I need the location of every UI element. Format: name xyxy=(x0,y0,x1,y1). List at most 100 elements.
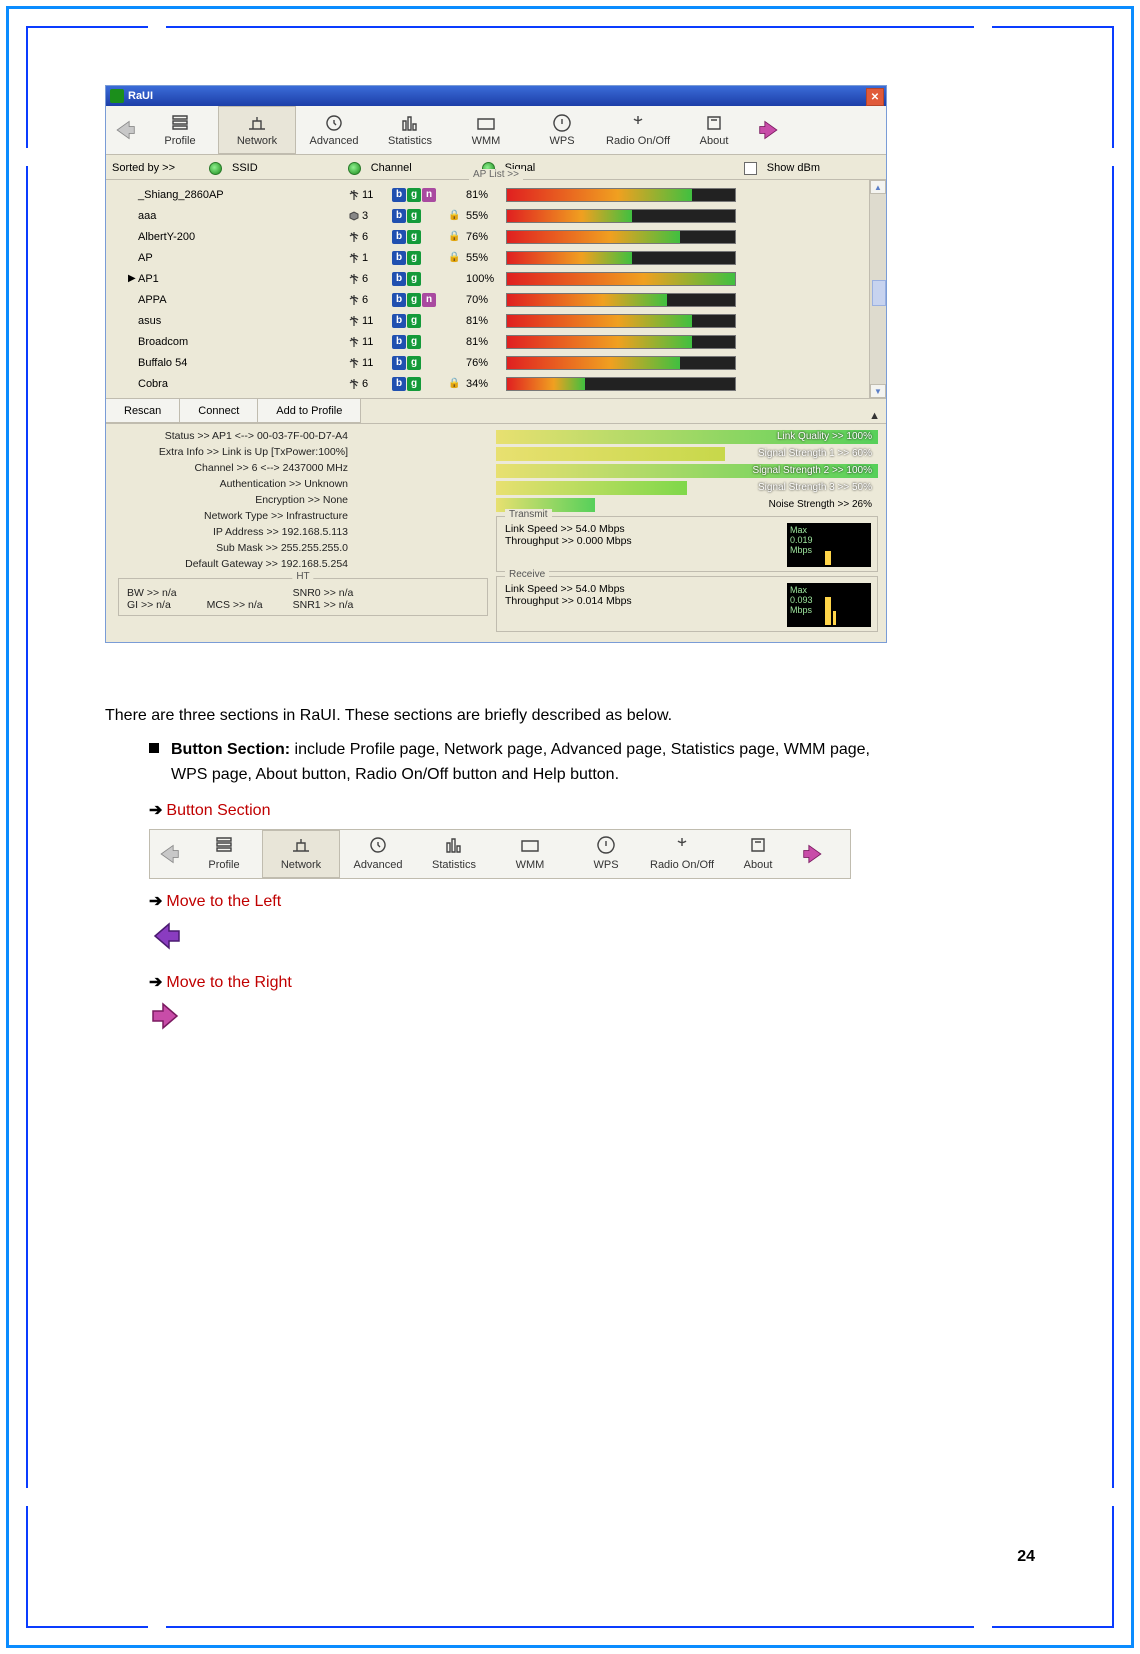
statistics-icon xyxy=(443,835,465,855)
move-left-icon xyxy=(149,921,885,960)
profile-icon xyxy=(213,835,235,855)
ap-row[interactable]: Broadcom 11 bg 81% xyxy=(128,331,886,352)
gi-line: GI >> n/a xyxy=(127,599,177,611)
connect-button[interactable]: Connect xyxy=(180,399,258,423)
sort-channel-radio[interactable] xyxy=(348,162,361,175)
mode-b-icon: b xyxy=(392,230,406,244)
radio-icon xyxy=(671,835,693,855)
show-dbm-checkbox[interactable] xyxy=(744,162,757,175)
mode-g-icon: g xyxy=(407,209,421,223)
nav-right-icon[interactable] xyxy=(758,118,782,142)
ip-line: IP Address >> 192.168.5.113 xyxy=(118,526,488,542)
antenna-icon xyxy=(348,231,360,243)
channel-line: Channel >> 6 <--> 2437000 MHz xyxy=(118,462,488,478)
ap-row[interactable]: AP 1 bg 🔒 55% xyxy=(128,247,886,268)
label-move-right: ➔Move to the Right xyxy=(149,970,885,996)
quality-label: Noise Strength >> 26% xyxy=(769,498,872,512)
wmm-icon xyxy=(475,113,497,133)
quality-bar: Signal Strength 1 >> 60% xyxy=(496,447,878,461)
ap-row[interactable]: Buffalo 54 11 bg 76% xyxy=(128,352,886,373)
statistics-icon xyxy=(399,113,421,133)
toolbar-statistics[interactable]: Statistics xyxy=(372,107,448,153)
toolbar-label: Statistics xyxy=(432,857,476,875)
ap-modes: bg xyxy=(392,251,448,265)
toolbar-wps[interactable]: WPS xyxy=(568,831,644,877)
toolbar-about[interactable]: About xyxy=(676,107,752,153)
toolbar-radio-on-off[interactable]: Radio On/Off xyxy=(600,107,676,153)
mode-g-icon: g xyxy=(407,356,421,370)
toolbar-network[interactable]: Network xyxy=(262,830,340,878)
toolbar-about[interactable]: About xyxy=(720,831,796,877)
rx-max-label: Max xyxy=(790,585,868,595)
ap-signal-bar xyxy=(506,209,736,223)
ap-modes: bg xyxy=(392,272,448,286)
ap-row[interactable]: _Shiang_2860AP 11 bgn 81% xyxy=(128,184,886,205)
network-icon xyxy=(246,113,268,133)
ap-row[interactable]: APPA 6 bgn 70% xyxy=(128,289,886,310)
ap-row[interactable]: AlbertY-200 6 bg 🔒 76% xyxy=(128,226,886,247)
antenna-icon xyxy=(348,189,360,201)
mode-b-icon: b xyxy=(392,377,406,391)
toolbar-label: WPS xyxy=(549,135,574,147)
titlebar[interactable]: RaUI ✕ xyxy=(106,86,886,106)
toolbar-label: Profile xyxy=(164,135,195,147)
mode-b-icon: b xyxy=(392,188,406,202)
rescan-button[interactable]: Rescan xyxy=(106,399,180,423)
about-icon xyxy=(747,835,769,855)
scroll-up-icon[interactable]: ▲ xyxy=(870,180,886,194)
ap-row[interactable]: asus 11 bg 81% xyxy=(128,310,886,331)
action-button-row: Rescan Connect Add to Profile xyxy=(106,399,886,424)
quality-bar: Signal Strength 3 >> 50% xyxy=(496,481,878,495)
ap-modes: bg xyxy=(392,230,448,244)
collapse-caret-icon[interactable]: ▲ xyxy=(869,410,880,422)
toolbar-label: WPS xyxy=(593,857,618,875)
ap-signal-bar xyxy=(506,272,736,286)
toolbar-radio-on-off[interactable]: Radio On/Off xyxy=(644,831,720,877)
toolbar-advanced[interactable]: Advanced xyxy=(340,831,416,877)
toolbar-network[interactable]: Network xyxy=(218,106,296,154)
nav-right-icon[interactable] xyxy=(802,842,826,866)
extra-info-line: Extra Info >> Link is Up [TxPower:100%] xyxy=(118,446,488,462)
close-icon[interactable]: ✕ xyxy=(866,88,884,106)
mode-g-icon: g xyxy=(407,272,421,286)
mcs-line: MCS >> n/a xyxy=(207,599,263,611)
ap-signal-pct: 55% xyxy=(466,210,506,222)
ap-ssid: Broadcom xyxy=(138,336,348,348)
ap-channel: 6 xyxy=(348,231,392,243)
scroll-thumb[interactable] xyxy=(872,280,886,306)
antenna-icon xyxy=(348,294,360,306)
toolbar-profile[interactable]: Profile xyxy=(142,107,218,153)
mini-toolbar: Profile Network Advanced Statistics WMM … xyxy=(149,829,851,879)
nav-left-icon[interactable] xyxy=(112,118,136,142)
toolbar-wmm[interactable]: WMM xyxy=(492,831,568,877)
ap-channel: 1 xyxy=(348,252,392,264)
add-to-profile-button[interactable]: Add to Profile xyxy=(258,399,361,423)
ap-signal-pct: 34% xyxy=(466,378,506,390)
ap-ssid: Buffalo 54 xyxy=(138,357,348,369)
mode-g-icon: g xyxy=(407,335,421,349)
sort-ssid-label: SSID xyxy=(232,162,258,174)
ap-row[interactable]: ▶ AP1 6 bg 100% xyxy=(128,268,886,289)
lock-icon: 🔒 xyxy=(448,231,466,242)
scroll-down-icon[interactable]: ▼ xyxy=(870,384,886,398)
toolbar-advanced[interactable]: Advanced xyxy=(296,107,372,153)
antenna-icon xyxy=(348,378,360,390)
mode-g-icon: g xyxy=(407,251,421,265)
ap-row[interactable]: Cobra 6 bg 🔒 34% xyxy=(128,373,886,394)
nav-left-icon[interactable] xyxy=(156,842,180,866)
quality-bar: Link Quality >> 100% xyxy=(496,430,878,444)
scrollbar[interactable]: ▲ ▼ xyxy=(869,180,886,398)
ht-legend: HT xyxy=(292,571,313,582)
toolbar-statistics[interactable]: Statistics xyxy=(416,831,492,877)
toolbar-wps[interactable]: WPS xyxy=(524,107,600,153)
aplist-label: AP List >> xyxy=(469,169,523,180)
encryption-line: Encryption >> None xyxy=(118,494,488,510)
sort-ssid-radio[interactable] xyxy=(209,162,222,175)
toolbar-wmm[interactable]: WMM xyxy=(448,107,524,153)
ap-signal-bar xyxy=(506,314,736,328)
ap-row[interactable]: aaa 3 bg 🔒 55% xyxy=(128,205,886,226)
mask-line: Sub Mask >> 255.255.255.0 xyxy=(118,542,488,558)
toolbar-profile[interactable]: Profile xyxy=(186,831,262,877)
ap-signal-bar xyxy=(506,356,736,370)
ap-signal-pct: 70% xyxy=(466,294,506,306)
